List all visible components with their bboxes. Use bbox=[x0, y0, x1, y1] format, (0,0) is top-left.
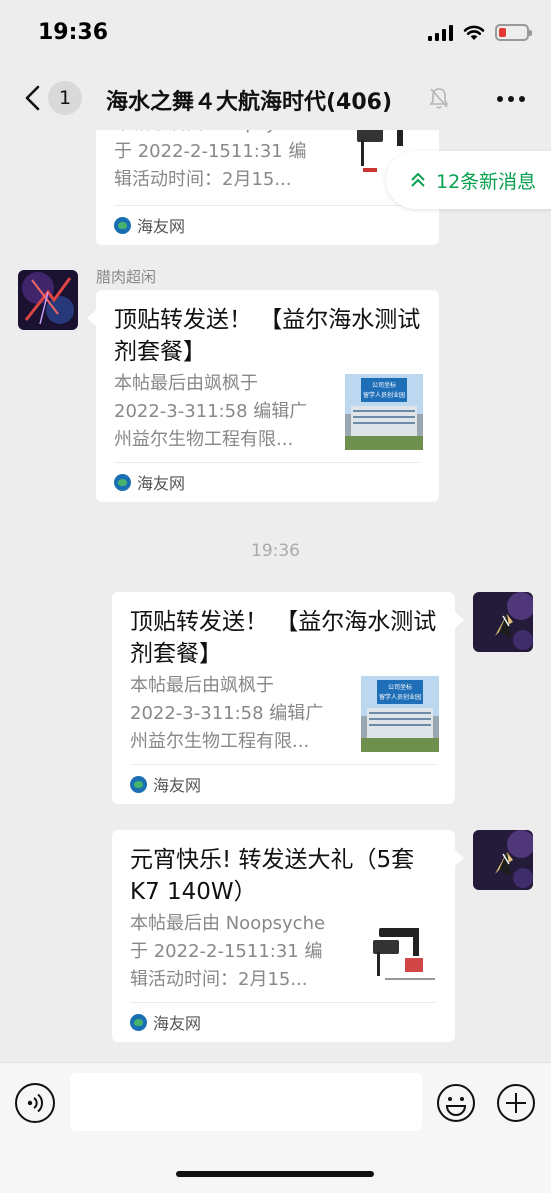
time-separator: 19:36 bbox=[251, 541, 300, 561]
card-source: 海友网 bbox=[130, 772, 201, 796]
more-actions-button[interactable] bbox=[496, 1083, 536, 1123]
card-description: 本帖最后由 Noopsyche 于 2022-2-1511:31 编 辑活动时间… bbox=[130, 910, 354, 994]
source-label: 海友网 bbox=[137, 217, 186, 236]
card-divider bbox=[130, 1002, 437, 1003]
card-title: 顶贴转发送！ 【益尔海水测试剂套餐】 bbox=[130, 609, 437, 667]
card-title: 元宵快乐! 转发送大礼（5套 K7 140W） bbox=[130, 847, 415, 905]
source-label: 海友网 bbox=[137, 474, 186, 493]
desc-line: 于 2022-2-1511:31 编 bbox=[130, 941, 323, 962]
desc-line: 本帖最后由飒枫于 bbox=[114, 373, 258, 394]
thumb-caption: 留学人员创业园 bbox=[379, 693, 421, 701]
building-thumbnail: 公司坐标 留学人员创业园 bbox=[361, 676, 439, 752]
back-chevron-icon[interactable] bbox=[20, 82, 48, 114]
desc-line: 本帖最后由 Noopsyche bbox=[130, 913, 326, 934]
link-card-message[interactable]: 元宵快乐! 转发送大礼（5套 K7 140W） 本帖最后由 Noopsyche … bbox=[112, 830, 455, 1042]
cellular-signal-icon bbox=[428, 24, 453, 41]
source-logo-icon bbox=[114, 216, 131, 234]
desc-line: 辑活动时间：2月15... bbox=[114, 169, 292, 190]
status-icons bbox=[428, 24, 532, 41]
mute-bell-icon bbox=[429, 88, 449, 109]
status-time: 19:36 bbox=[38, 20, 109, 45]
message-list[interactable]: 本帖最后由 Noopsyche 于 2022-2-1511:31 编 辑活动时间… bbox=[0, 130, 551, 1062]
emoji-button[interactable] bbox=[436, 1083, 476, 1123]
thumb-caption: 留学人员创业园 bbox=[363, 391, 405, 399]
status-bar: 19:36 bbox=[0, 0, 551, 66]
card-title: 顶贴转发送！ 【益尔海水测试剂套餐】 bbox=[114, 307, 421, 365]
sender-avatar[interactable] bbox=[18, 270, 78, 330]
chat-title[interactable]: 海水之舞４大航海时代(406) bbox=[106, 84, 392, 116]
battery-level bbox=[499, 28, 506, 37]
new-messages-button[interactable]: 12条新消息 bbox=[386, 151, 551, 209]
voice-input-button[interactable] bbox=[15, 1083, 55, 1123]
my-avatar[interactable] bbox=[473, 830, 533, 890]
card-source: 海友网 bbox=[114, 213, 185, 237]
voice-icon bbox=[27, 1093, 44, 1113]
bubble-tail bbox=[455, 850, 464, 866]
desc-line: 本帖最后由 Noopsyche bbox=[114, 130, 334, 138]
chat-header: 1 海水之舞４大航海时代(406) bbox=[0, 66, 551, 130]
desc-line: 于 2022-2-1511:31 编 bbox=[114, 141, 307, 162]
double-chevron-up-icon bbox=[411, 172, 425, 187]
source-logo-icon bbox=[130, 775, 147, 793]
bubble-tail bbox=[87, 310, 96, 326]
link-card-message[interactable]: 顶贴转发送！ 【益尔海水测试剂套餐】 本帖最后由飒枫于 2022-3-311:5… bbox=[96, 290, 439, 502]
thumb-caption: 公司坐标 bbox=[388, 683, 412, 691]
unread-count-badge[interactable]: 1 bbox=[48, 81, 82, 115]
card-description: 本帖最后由飒枫于 2022-3-311:58 编辑广 州益尔生物工程有限... bbox=[130, 672, 342, 756]
thumb-caption: 公司坐标 bbox=[372, 381, 396, 389]
more-options-icon[interactable] bbox=[497, 96, 525, 102]
desc-line: 2022-3-311:58 编辑广 bbox=[130, 703, 324, 724]
source-logo-icon bbox=[130, 1013, 147, 1031]
emoji-icon bbox=[437, 1084, 475, 1122]
card-divider bbox=[114, 205, 421, 206]
desc-line: 州益尔生物工程有限... bbox=[130, 731, 310, 752]
building-thumbnail: 公司坐标 留学人员创业园 bbox=[345, 374, 423, 450]
card-divider bbox=[130, 764, 437, 765]
source-logo-icon bbox=[114, 473, 131, 491]
card-divider bbox=[114, 462, 421, 463]
source-label: 海友网 bbox=[153, 1014, 202, 1033]
my-avatar[interactable] bbox=[473, 592, 533, 652]
desc-line: 州益尔生物工程有限... bbox=[114, 429, 294, 450]
plus-icon bbox=[497, 1084, 535, 1122]
battery-icon bbox=[495, 24, 532, 41]
bubble-tail bbox=[455, 612, 464, 628]
light-fixture-thumbnail bbox=[365, 914, 443, 992]
desc-line: 本帖最后由飒枫于 bbox=[130, 675, 274, 696]
card-description: 本帖最后由 Noopsyche 于 2022-2-1511:31 编 辑活动时间… bbox=[114, 130, 334, 194]
desc-line: 辑活动时间：2月15... bbox=[130, 969, 308, 990]
wifi-icon bbox=[463, 25, 485, 40]
card-source: 海友网 bbox=[114, 470, 185, 494]
card-source: 海友网 bbox=[130, 1010, 201, 1034]
new-messages-label: 12条新消息 bbox=[436, 170, 537, 193]
home-indicator bbox=[176, 1171, 374, 1177]
message-input[interactable] bbox=[70, 1073, 422, 1131]
card-description: 本帖最后由飒枫于 2022-3-311:58 编辑广 州益尔生物工程有限... bbox=[114, 370, 326, 454]
link-card-message[interactable]: 顶贴转发送！ 【益尔海水测试剂套餐】 本帖最后由飒枫于 2022-3-311:5… bbox=[112, 592, 455, 804]
sender-name: 腊肉超闲 bbox=[96, 268, 157, 286]
source-label: 海友网 bbox=[153, 776, 202, 795]
desc-line: 2022-3-311:58 编辑广 bbox=[114, 401, 308, 422]
